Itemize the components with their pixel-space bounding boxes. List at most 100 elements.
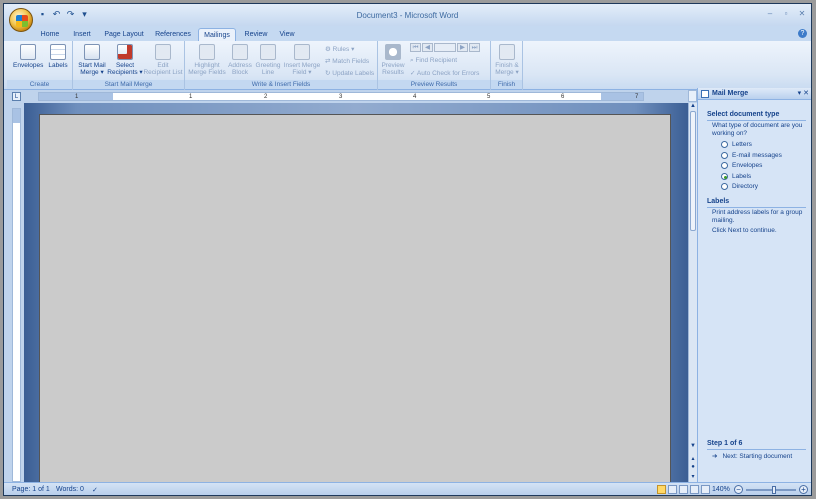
ruler-number: 3 [339, 94, 343, 100]
full-screen-reading-icon[interactable] [668, 485, 677, 494]
start-mail-merge-button[interactable]: Start Mail Merge ▾ [75, 44, 109, 76]
labels-button[interactable]: Labels [47, 44, 69, 69]
horizontal-ruler[interactable]: 1 1 2 3 4 5 6 7 [38, 92, 644, 101]
next-page-icon[interactable]: ▾ [689, 473, 697, 480]
highlight-merge-fields-button[interactable]: Highlight Merge Fields [188, 44, 226, 76]
mail-merge-icon [701, 90, 709, 98]
tab-mailings[interactable]: Mailings [198, 28, 236, 41]
update-labels-button[interactable]: ↻ Update Labels [325, 69, 374, 77]
radio-envelopes[interactable]: Envelopes [721, 162, 762, 169]
preview-results-button[interactable]: Preview Results [380, 44, 406, 76]
ruler-number: 1 [189, 94, 193, 100]
zoom-slider-thumb[interactable] [772, 486, 776, 494]
office-logo-icon [16, 15, 28, 27]
next-record-icon[interactable]: ▶ [457, 43, 468, 52]
tab-selector-icon[interactable]: L [12, 92, 21, 101]
group-label-write: Write & Insert Fields [185, 80, 377, 89]
next-starting-document-link[interactable]: ➔ Next: Starting document [712, 452, 792, 461]
auto-check-errors-button[interactable]: ✓ Auto Check for Errors [410, 69, 479, 77]
tab-review[interactable]: Review [242, 28, 270, 41]
click-next-text: Click Next to continue. [712, 227, 777, 234]
scroll-thumb[interactable] [690, 111, 696, 231]
print-layout-view-icon[interactable] [657, 485, 666, 494]
arrow-right-icon: ➔ [712, 453, 718, 460]
document-type-question: What type of document are you working on… [712, 122, 803, 137]
select-recipients-button[interactable]: Select Recipients ▾ [107, 44, 143, 76]
section-labels: Labels [707, 198, 730, 205]
zoom-slider[interactable] [746, 486, 796, 494]
address-block-button[interactable]: Address Block [227, 44, 253, 76]
tab-references[interactable]: References [154, 28, 192, 41]
web-layout-icon[interactable] [679, 485, 688, 494]
pane-title: Mail Merge [712, 90, 749, 97]
radio-letters[interactable]: Letters [721, 141, 752, 148]
group-label-start: Start Mail Merge [73, 80, 184, 89]
tab-page-layout[interactable]: Page Layout [104, 28, 144, 41]
zoom-in-icon[interactable]: + [799, 485, 808, 494]
greeting-line-button[interactable]: Greeting Line [254, 44, 282, 76]
envelope-icon [20, 44, 36, 60]
greeting-line-icon [260, 44, 276, 60]
group-label-finish: Finish [491, 80, 522, 89]
previous-record-icon[interactable]: ◀ [422, 43, 433, 52]
vertical-scrollbar[interactable]: ▲ ▼ ▴ ● ▾ [688, 103, 697, 482]
ruler-number: 2 [264, 94, 268, 100]
finish-merge-icon [499, 44, 515, 60]
browse-object-icon[interactable]: ● [689, 464, 697, 470]
restore-icon[interactable]: ▫ [781, 9, 791, 18]
section-divider [707, 120, 806, 121]
highlight-icon [199, 44, 215, 60]
help-icon[interactable]: ? [798, 29, 807, 38]
zoom-out-icon[interactable]: − [734, 485, 743, 494]
finish-merge-button[interactable]: Finish & Merge ▾ [492, 44, 522, 76]
group-start-mail-merge: Start Mail Merge ▾ Select Recipients ▾ E… [73, 41, 185, 90]
edit-recipient-list-button[interactable]: Edit Recipient List [143, 44, 183, 76]
previous-page-icon[interactable]: ▴ [689, 455, 697, 462]
labels-description: Print address labels for a group mailing… [712, 209, 803, 224]
word-count[interactable]: Words: 0 [56, 486, 84, 493]
document-area [24, 103, 688, 486]
pane-close-icon[interactable]: ✕ [803, 90, 809, 97]
minimize-icon[interactable]: – [765, 9, 775, 18]
radio-icon [721, 152, 728, 159]
outline-view-icon[interactable] [690, 485, 699, 494]
document-page[interactable] [39, 114, 671, 486]
ruler-number: 7 [635, 94, 639, 100]
radio-email-messages[interactable]: E-mail messages [721, 152, 782, 159]
draft-view-icon[interactable] [701, 485, 710, 494]
section-divider [707, 449, 806, 450]
record-number-field[interactable] [434, 43, 456, 52]
vertical-ruler[interactable] [12, 108, 21, 482]
proofing-icon[interactable]: ✓ [92, 486, 98, 494]
radio-directory[interactable]: Directory [721, 183, 758, 190]
envelopes-button[interactable]: Envelopes [13, 44, 43, 69]
group-write-insert-fields: Highlight Merge Fields Address Block Gre… [185, 41, 378, 90]
close-icon[interactable]: ✕ [797, 9, 807, 18]
scroll-up-icon[interactable]: ▲ [689, 103, 697, 109]
address-block-icon [232, 44, 248, 60]
pane-menu-icon[interactable]: ▾ [798, 90, 802, 97]
tab-insert[interactable]: Insert [70, 28, 94, 41]
zoom-level[interactable]: 140% [712, 486, 730, 493]
tab-home[interactable]: Home [36, 28, 64, 41]
scroll-down-icon[interactable]: ▼ [689, 443, 697, 449]
radio-labels[interactable]: Labels [721, 173, 751, 180]
ruler-row: L 1 1 2 3 4 5 6 7 [4, 90, 688, 103]
ruler-number: 1 [75, 94, 79, 100]
first-record-icon[interactable]: ⏮ [410, 43, 421, 52]
match-fields-button[interactable]: ⇄ Match Fields [325, 57, 369, 65]
insert-merge-field-button[interactable]: Insert Merge Field ▾ [282, 44, 322, 76]
radio-icon [721, 183, 728, 190]
title-bar: ▪ ↶ ↷ ▾ Document3 - Microsoft Word – ▫ ✕ [4, 4, 811, 32]
page-count[interactable]: Page: 1 of 1 [12, 486, 50, 493]
radio-icon [721, 141, 728, 148]
ruler-number: 6 [561, 94, 565, 100]
office-button[interactable] [9, 8, 33, 32]
edit-list-icon [155, 44, 171, 60]
last-record-icon[interactable]: ⏭ [469, 43, 480, 52]
tab-view[interactable]: View [276, 28, 298, 41]
rules-button[interactable]: ⚙ Rules ▾ [325, 45, 354, 53]
group-label-create: Create [7, 80, 72, 89]
find-recipient-button[interactable]: ⌕ Find Recipient [410, 57, 457, 65]
view-ruler-icon[interactable] [688, 90, 697, 102]
